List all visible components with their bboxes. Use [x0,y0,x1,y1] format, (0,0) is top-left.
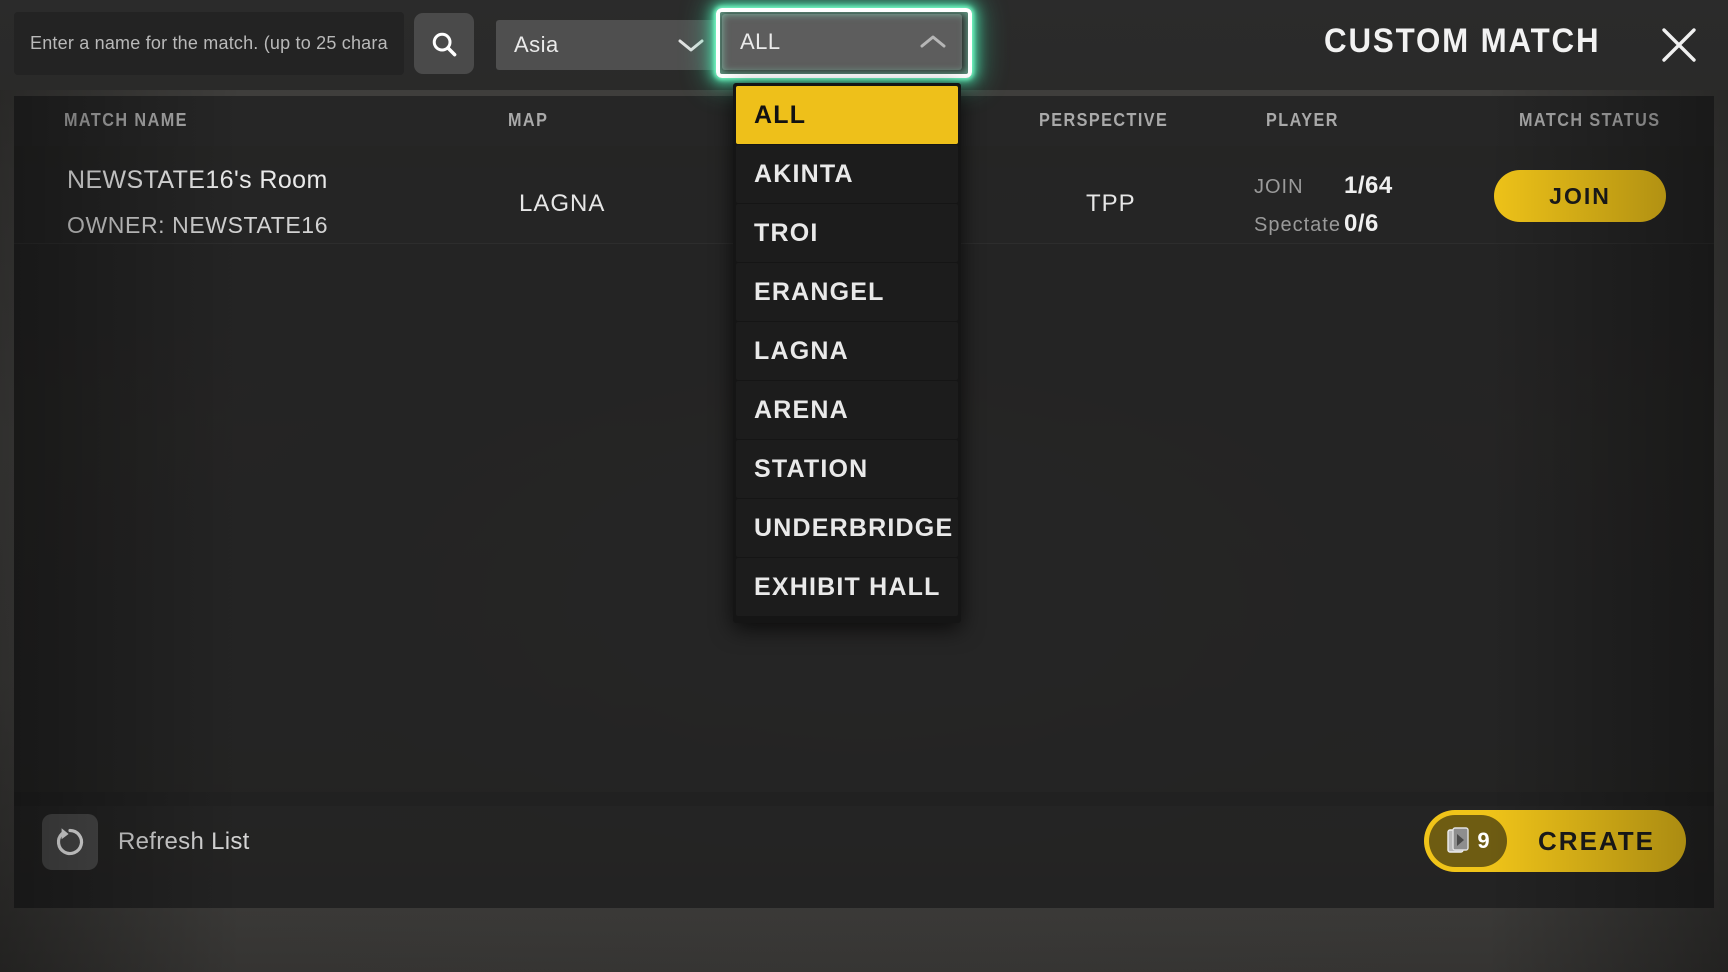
map-option-akinta[interactable]: AKINTA [736,145,958,203]
column-header-player: PLAYER [1266,110,1339,130]
map-option-troi[interactable]: TROI [736,204,958,262]
column-header-perspective: PERSPECTIVE [1039,110,1169,130]
map-dropdown-button[interactable]: ALL [722,14,962,70]
match-map: LAGNA [519,190,606,217]
close-icon [1662,28,1696,62]
refresh-icon [56,828,84,856]
map-option-station[interactable]: STATION [736,440,958,498]
search-button[interactable] [414,13,474,74]
column-header-match-name: MATCH NAME [64,110,188,130]
join-count: 1/64 [1344,172,1393,199]
map-dropdown-list: ALL AKINTA TROI ERANGEL LAGNA ARENA STAT… [733,83,961,623]
search-field[interactable] [14,12,404,75]
custom-match-screen: Asia ALL CUSTOM MATCH MATCH NAME MAP PER… [0,0,1728,972]
join-button[interactable]: JOIN [1494,170,1666,222]
join-count-line: JOIN 1/64 [1254,172,1454,210]
map-dropdown-label: ALL [740,29,781,54]
join-label: JOIN [1254,176,1304,198]
spectate-count: 0/6 [1344,210,1379,237]
match-perspective: TPP [1086,190,1136,217]
close-button[interactable] [1652,18,1706,72]
chevron-up-icon [920,35,946,48]
map-option-all[interactable]: ALL [736,86,958,144]
map-option-underbridge[interactable]: UNDERBRIDGE [736,499,958,557]
region-dropdown[interactable]: Asia [496,20,720,70]
refresh-list-button[interactable]: Refresh List [42,814,250,870]
refresh-list-label: Refresh List [118,828,250,855]
region-dropdown-label: Asia [514,32,559,57]
map-option-lagna[interactable]: LAGNA [736,322,958,380]
create-label: CREATE [1538,825,1655,856]
top-toolbar: Asia ALL CUSTOM MATCH [0,0,1728,90]
chevron-down-icon [678,39,704,52]
ticket-chip: 9 [1429,815,1507,867]
map-option-erangel[interactable]: ERANGEL [736,263,958,321]
match-owner: OWNER: NEWSTATE16 [67,212,329,238]
map-option-exhibit-hall[interactable]: EXHIBIT HALL [736,558,958,616]
match-player-counts: JOIN 1/64 Spectate 0/6 [1254,172,1454,248]
search-input[interactable] [30,33,388,54]
ticket-count: 9 [1477,828,1490,853]
column-header-match-status: MATCH STATUS [1519,110,1661,130]
refresh-icon-wrap [42,814,98,870]
ticket-card-icon [1447,827,1470,853]
spectate-count-line: Spectate 0/6 [1254,210,1454,248]
map-option-arena[interactable]: ARENA [736,381,958,439]
page-title: CUSTOM MATCH [1323,22,1600,60]
spectate-label: Spectate [1254,214,1341,236]
column-header-map: MAP [508,110,549,130]
bottom-toolbar: Refresh List 9 CREATE [14,792,1714,908]
match-name: NEWSTATE16's Room [67,166,328,194]
search-icon [432,32,457,56]
create-match-button[interactable]: 9 CREATE [1424,810,1686,872]
